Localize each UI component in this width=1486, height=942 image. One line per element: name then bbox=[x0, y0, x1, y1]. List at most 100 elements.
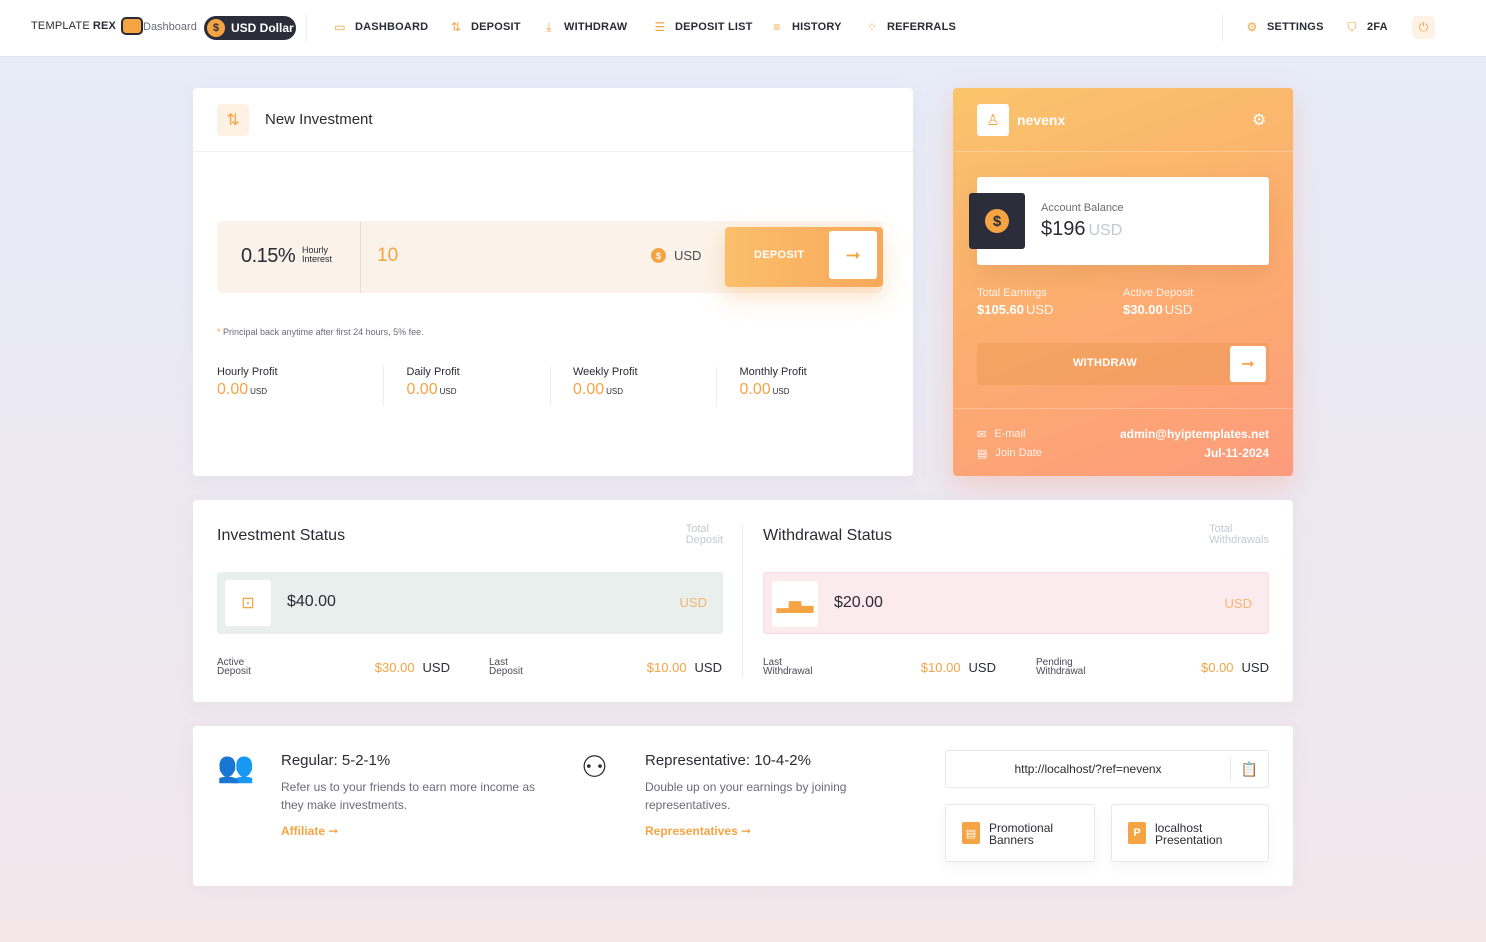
arrow-right-icon: ➞ bbox=[1230, 346, 1266, 382]
investment-status-bar: ⊡ $40.00 USD bbox=[217, 572, 723, 634]
nav-deposit[interactable]: ⇅ DEPOSIT bbox=[449, 20, 521, 34]
nav-withdraw[interactable]: ⤓ WITHDRAW bbox=[542, 20, 627, 34]
logout-button[interactable]: ⏻ bbox=[1412, 16, 1435, 39]
profit-item: Monthly Profit 0.00 USD bbox=[716, 366, 883, 406]
total-earnings: Total Earnings $105.60 USD bbox=[977, 287, 1053, 317]
bar-chart-icon: ▂▅▃ bbox=[772, 581, 818, 627]
total-withdrawals-currency: USD bbox=[1224, 596, 1252, 611]
representatives-link[interactable]: Representatives ➞ bbox=[645, 824, 751, 838]
balance-coin: $ bbox=[969, 193, 1025, 249]
withdrawal-status-tag: Total Withdrawals bbox=[1209, 523, 1269, 546]
investment-status: Investment Status Total Deposit ⊡ $40.00 … bbox=[217, 500, 723, 702]
currency-indicator: $ USD bbox=[651, 248, 701, 263]
profit-item: Weekly Profit 0.00 USD bbox=[549, 366, 717, 406]
currency-selector[interactable]: $ USD Dollar bbox=[204, 16, 296, 40]
note-text: Principal back anytime after first 24 ho… bbox=[223, 327, 424, 337]
note-asterisk: * bbox=[217, 327, 221, 337]
brand-logo[interactable]: TEMPLATE REX bbox=[31, 17, 144, 35]
arrow-right-icon: ➞ bbox=[829, 231, 877, 279]
currency-label: USD Dollar bbox=[231, 21, 294, 35]
download-icon: ⤓ bbox=[546, 19, 552, 34]
user-icon: ♙ bbox=[977, 104, 1009, 136]
gear-icon[interactable]: ⚙ bbox=[1252, 110, 1266, 130]
nav-referrals[interactable]: ⁘ REFERRALS bbox=[865, 20, 956, 34]
representative-plan-title: Representative: 10-4-2% bbox=[645, 752, 811, 769]
stat-label: Active Deposit bbox=[217, 657, 251, 677]
active-deposit-value: $30.00 USD bbox=[1123, 302, 1193, 317]
new-investment-card: ⇅ New Investment 0.15% Hourly Interest $… bbox=[193, 88, 913, 476]
account-card: ♙ nevenx ⚙ $ Account Balance $196 USD Tot… bbox=[953, 88, 1293, 476]
principal-note: * Principal back anytime after first 24 … bbox=[217, 327, 424, 337]
dollar-coin-icon: $ bbox=[651, 248, 666, 263]
top-navbar: TEMPLATE REX Dashboard $ USD Dollar ▭ DA… bbox=[0, 0, 1486, 56]
stat-label: Last Deposit bbox=[489, 657, 523, 677]
presentation-button[interactable]: P localhost Presentation bbox=[1111, 804, 1269, 862]
promotional-banners-button[interactable]: ▤ Promotional Banners bbox=[945, 804, 1095, 862]
currency-code: USD bbox=[674, 248, 702, 263]
withdrawal-status-bar: ▂▅▃ $20.00 USD bbox=[763, 572, 1269, 634]
total-earnings-value: $105.60 USD bbox=[977, 302, 1054, 317]
email-label: E-mail bbox=[994, 428, 1026, 440]
affiliate-link[interactable]: Affiliate ➞ bbox=[281, 824, 338, 838]
active-deposit-stat: Active Deposit $30.00 USD bbox=[217, 657, 450, 679]
deposit-box-icon: ⊡ bbox=[225, 580, 271, 626]
stat-value: $30.00 USD bbox=[374, 660, 450, 675]
account-divider bbox=[953, 408, 1293, 409]
calendar-icon: ▤ bbox=[977, 447, 988, 460]
profit-label: Monthly Profit bbox=[739, 366, 807, 378]
promotional-banners-label: Promotional Banners bbox=[989, 821, 1054, 847]
referral-url-field[interactable]: http://localhost/?ref=nevenx 📋 bbox=[945, 750, 1269, 788]
pending-withdrawal-stat: Pending Withdrawal $0.00 USD bbox=[1036, 657, 1269, 679]
nav-2fa[interactable]: ⛉ 2FA bbox=[1345, 20, 1388, 34]
profit-value: 0.00 USD bbox=[572, 381, 623, 398]
referral-people-icon: 👥 bbox=[217, 751, 255, 784]
presentation-file-icon: P bbox=[1128, 822, 1146, 844]
last-withdrawal-stat: Last Withdrawal $10.00 USD bbox=[763, 657, 996, 679]
presentation-label: localhost Presentation bbox=[1155, 821, 1223, 847]
shield-icon: ⛉ bbox=[1347, 19, 1357, 34]
profit-item: Daily Profit 0.00 USD bbox=[383, 366, 550, 406]
nav-history[interactable]: ≡ HISTORY bbox=[770, 20, 842, 34]
history-icon: ≡ bbox=[773, 20, 781, 34]
active-deposit-label: Active Deposit bbox=[1123, 287, 1194, 299]
last-deposit-stat: Last Deposit $10.00 USD bbox=[489, 657, 722, 679]
grid-icon: ⁘ bbox=[866, 20, 878, 34]
username: nevenx bbox=[1017, 112, 1066, 128]
referral-url[interactable]: http://localhost/?ref=nevenx bbox=[946, 762, 1230, 776]
profit-value: 0.00 USD bbox=[406, 381, 457, 398]
profit-value: 0.00 USD bbox=[739, 381, 790, 398]
regular-plan-description: Refer us to your friends to earn more in… bbox=[281, 780, 536, 812]
profit-label: Hourly Profit bbox=[217, 366, 278, 378]
dashboard-link[interactable]: Dashboard bbox=[143, 21, 197, 33]
status-card: Investment Status Total Deposit ⊡ $40.00 … bbox=[193, 500, 1293, 702]
dollar-coin-icon: $ bbox=[207, 19, 225, 37]
sort-icon: ⇅ bbox=[450, 20, 462, 34]
withdrawal-status-title: Withdrawal Status bbox=[763, 527, 892, 544]
nav-deposit-label: DEPOSIT bbox=[471, 21, 521, 33]
profit-summary: Hourly Profit 0.00 USD Daily Profit 0.00 U… bbox=[217, 366, 883, 406]
representative-plan-description: Double up on your earnings by joining re… bbox=[645, 780, 847, 812]
investment-status-title: Investment Status bbox=[217, 527, 346, 544]
profit-value: 0.00 USD bbox=[217, 381, 268, 398]
layout-icon: ▭ bbox=[334, 20, 346, 34]
nav-dashboard[interactable]: ▭ DASHBOARD bbox=[333, 20, 428, 34]
balance-box: $ Account Balance $196 USD bbox=[969, 177, 1269, 265]
amount-input[interactable] bbox=[377, 245, 617, 267]
deposit-button[interactable]: DEPOSIT ➞ bbox=[725, 227, 883, 287]
profit-label: Daily Profit bbox=[406, 366, 460, 378]
new-investment-header: ⇅ New Investment bbox=[193, 88, 913, 152]
stat-value: $10.00 USD bbox=[920, 660, 996, 675]
nav-referrals-label: REFERRALS bbox=[887, 21, 957, 33]
regular-plan-title: Regular: 5-2-1% bbox=[281, 752, 391, 769]
withdraw-button[interactable]: WITHDRAW ➞ bbox=[977, 343, 1269, 385]
brand-text-light: TEMPLATE bbox=[31, 20, 90, 32]
list-icon: ☰ bbox=[654, 20, 666, 34]
nav-divider bbox=[1222, 14, 1223, 42]
network-icon: ⚇ bbox=[581, 751, 608, 784]
investment-status-tag: Total Deposit bbox=[685, 523, 723, 546]
nav-settings[interactable]: ⚙ SETTINGS bbox=[1245, 20, 1324, 34]
total-deposit-currency: USD bbox=[679, 595, 707, 610]
nav-deposit-list[interactable]: ☰ DEPOSIT LIST bbox=[653, 20, 753, 34]
stat-value: $0.00 USD bbox=[1201, 660, 1269, 675]
copy-icon[interactable]: 📋 bbox=[1230, 757, 1268, 781]
